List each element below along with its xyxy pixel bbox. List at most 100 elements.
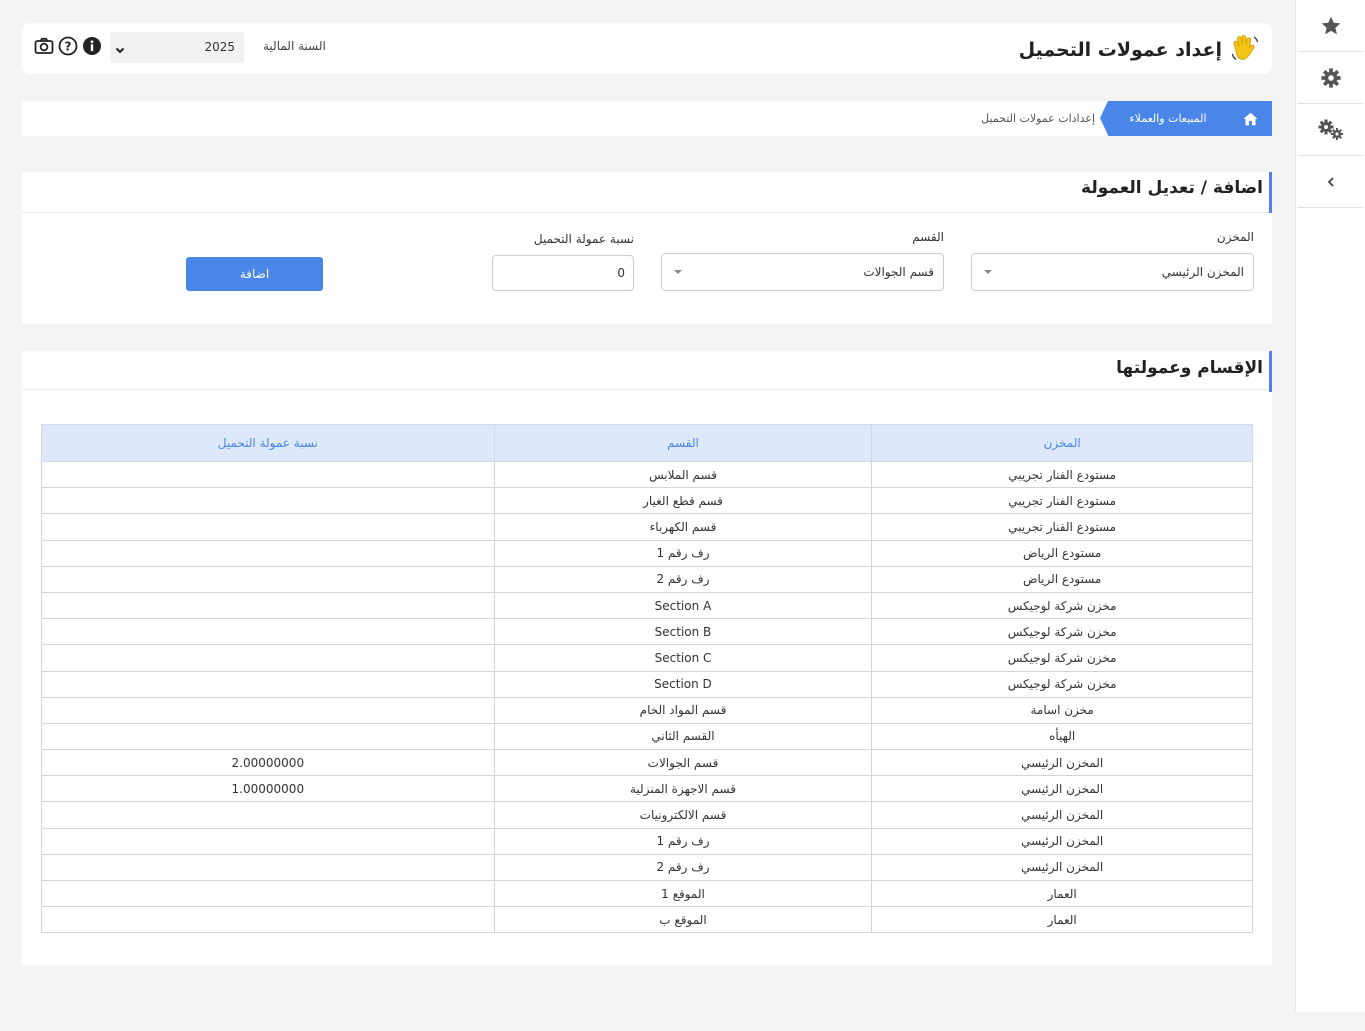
camera-icon[interactable] [34,36,54,60]
cell-section: رف رقم 2 [493,853,873,882]
cell-commission [41,696,495,724]
chevron-left-icon [1325,176,1337,188]
svg-text:?: ? [65,40,72,54]
cell-warehouse: مخزن شركة لوجيكس [871,670,1253,698]
table-row[interactable]: المخزن الرئيسي قسم الجوالات 2.00000000 [41,749,1253,777]
table-row[interactable]: مخزن شركة لوجيكس Section C [41,644,1253,672]
sidebar-collapse-toggle[interactable] [1298,156,1363,208]
fiscal-year-label: السنة المالية [263,39,326,53]
column-header-commission[interactable]: نسبة عمولة التحميل [41,424,495,462]
table-row[interactable]: مخزن اسامة قسم المواد الخام [41,696,1253,724]
cell-section: الموقع 1 [493,879,873,908]
breadcrumb-item-current: إعدادات عمولات التحميل [981,112,1095,125]
cell-warehouse: مستودع الفنار تجريبي [871,487,1253,515]
cell-warehouse: مستودع الفنار تجريبي [871,460,1253,489]
column-header-warehouse[interactable]: المخزن [871,424,1253,462]
top-icons: ? [34,36,102,60]
cell-warehouse: المخزن الرئيسي [871,749,1253,777]
fiscal-year-select[interactable]: 2025 [110,32,244,63]
main-area: إعداد عمولات التحميل السنة المالية 2025 … [0,0,1294,1031]
cell-commission [41,513,495,541]
table-row[interactable]: المخزن الرئيسي رف رقم 2 [41,853,1253,882]
table-title: الإقسام وعمولتها [1116,358,1263,378]
commission-input[interactable]: 0 [492,255,634,291]
dropdown-arrow-icon [674,270,682,274]
cell-commission [41,670,495,698]
top-bar: إعداد عمولات التحميل السنة المالية 2025 … [22,23,1272,74]
table-row[interactable]: مخزن شركة لوجيكس Section A [41,591,1253,620]
table-body: مستودع الفنار تجريبي قسم الملابس مستودع ال… [41,460,1253,934]
cell-commission: 1.00000000 [41,775,495,803]
cell-section: رف رقم 1 [493,539,873,567]
form-title: اضافة / تعديل العمولة [1081,178,1263,198]
table-row[interactable]: المخزن الرئيسي قسم الالكترونيات [41,801,1253,829]
table-row[interactable]: مستودع الرياض رف رقم 1 [41,539,1253,567]
cell-warehouse: مخزن شركة لوجيكس [871,618,1253,646]
cell-section: Section B [493,618,873,646]
cell-commission: 2.00000000 [41,749,495,777]
cell-section: قسم الكهرباء [493,513,873,541]
table-row[interactable]: المخزن الرئيسي رف رقم 1 [41,827,1253,855]
table-row[interactable]: المخزن الرئيسي قسم الاجهزة المنزلية 1.0000… [41,775,1253,803]
sidebar-item-favorites[interactable] [1298,0,1363,52]
table-row[interactable]: مستودع الفنار تجريبي قسم قطع الغيار [41,487,1253,515]
cell-commission [41,722,495,751]
breadcrumb-item-sales[interactable]: المبيعات والعملاء [1100,101,1228,136]
column-header-section[interactable]: القسم [493,424,873,462]
fiscal-year-value: 2025 [204,40,235,54]
page-title: إعداد عمولات التحميل [1019,33,1260,67]
cell-commission [41,539,495,567]
add-button[interactable]: اضافة [186,257,323,291]
cell-warehouse: المخزن الرئيسي [871,827,1253,855]
cell-warehouse: مستودع الفنار تجريبي [871,513,1253,541]
cell-section: القسم الثاني [493,722,873,751]
table-row[interactable]: مستودع الفنار تجريبي قسم الكهرباء [41,513,1253,541]
cell-commission [41,591,495,620]
cell-warehouse: مخزن شركة لوجيكس [871,591,1253,620]
breadcrumb: المبيعات والعملاء إعدادات عمولات التحميل [22,101,1272,136]
table-row[interactable]: مخزن شركة لوجيكس Section B [41,618,1253,646]
warehouse-label: المخزن [1216,230,1254,244]
cell-commission [41,644,495,672]
section-select[interactable]: قسم الجوالات [661,253,944,291]
info-icon[interactable] [82,36,102,60]
gear-icon [1320,67,1342,89]
breadcrumb-home[interactable] [1228,101,1272,136]
table-row[interactable]: العمار الموقع 1 [41,879,1253,908]
table-row[interactable]: الهيأه القسم الثاني [41,722,1253,751]
cell-section: قسم المواد الخام [493,696,873,724]
cell-commission [41,801,495,829]
cell-section: قسم الملابس [493,460,873,489]
waving-hand-icon [1230,33,1260,67]
page-title-text: إعداد عمولات التحميل [1018,39,1222,61]
sidebar-item-settings[interactable] [1298,52,1363,104]
cell-commission [41,618,495,646]
cell-commission [41,487,495,515]
cell-warehouse: مستودع الرياض [871,565,1253,593]
gears-icon [1317,118,1345,142]
warehouse-select-value: المخزن الرئيسي [1161,265,1244,279]
sections-table-card: الإقسام وعمولتها المخزن القسم نسبة عمولة… [22,351,1272,965]
cell-commission [41,460,495,489]
cell-section: الموقع ب [493,906,873,934]
help-icon[interactable]: ? [58,36,78,60]
sidebar-item-advanced-settings[interactable] [1298,104,1363,156]
cell-commission [41,565,495,593]
cell-warehouse: العمار [871,879,1253,908]
cell-section: Section C [493,644,873,672]
right-sidebar [1295,0,1365,1012]
table-row[interactable]: مستودع الفنار تجريبي قسم الملابس [41,460,1253,489]
star-icon [1320,15,1342,37]
table-row[interactable]: مخزن شركة لوجيكس Section D [41,670,1253,698]
cell-section: Section D [493,670,873,698]
cell-section: قسم قطع الغيار [493,487,873,515]
warehouse-select[interactable]: المخزن الرئيسي [971,253,1254,291]
cell-commission [41,827,495,855]
sections-table: المخزن القسم نسبة عمولة التحميل مستودع ا… [41,424,1253,934]
table-row[interactable]: العمار الموقع ب [41,906,1253,934]
cell-section: قسم الاجهزة المنزلية [493,775,873,803]
cell-commission [41,906,495,934]
table-row[interactable]: مستودع الرياض رف رقم 2 [41,565,1253,593]
dropdown-arrow-icon [984,270,992,274]
commission-form-card: اضافة / تعديل العمولة المخزن المخزن الرئ… [22,172,1272,324]
